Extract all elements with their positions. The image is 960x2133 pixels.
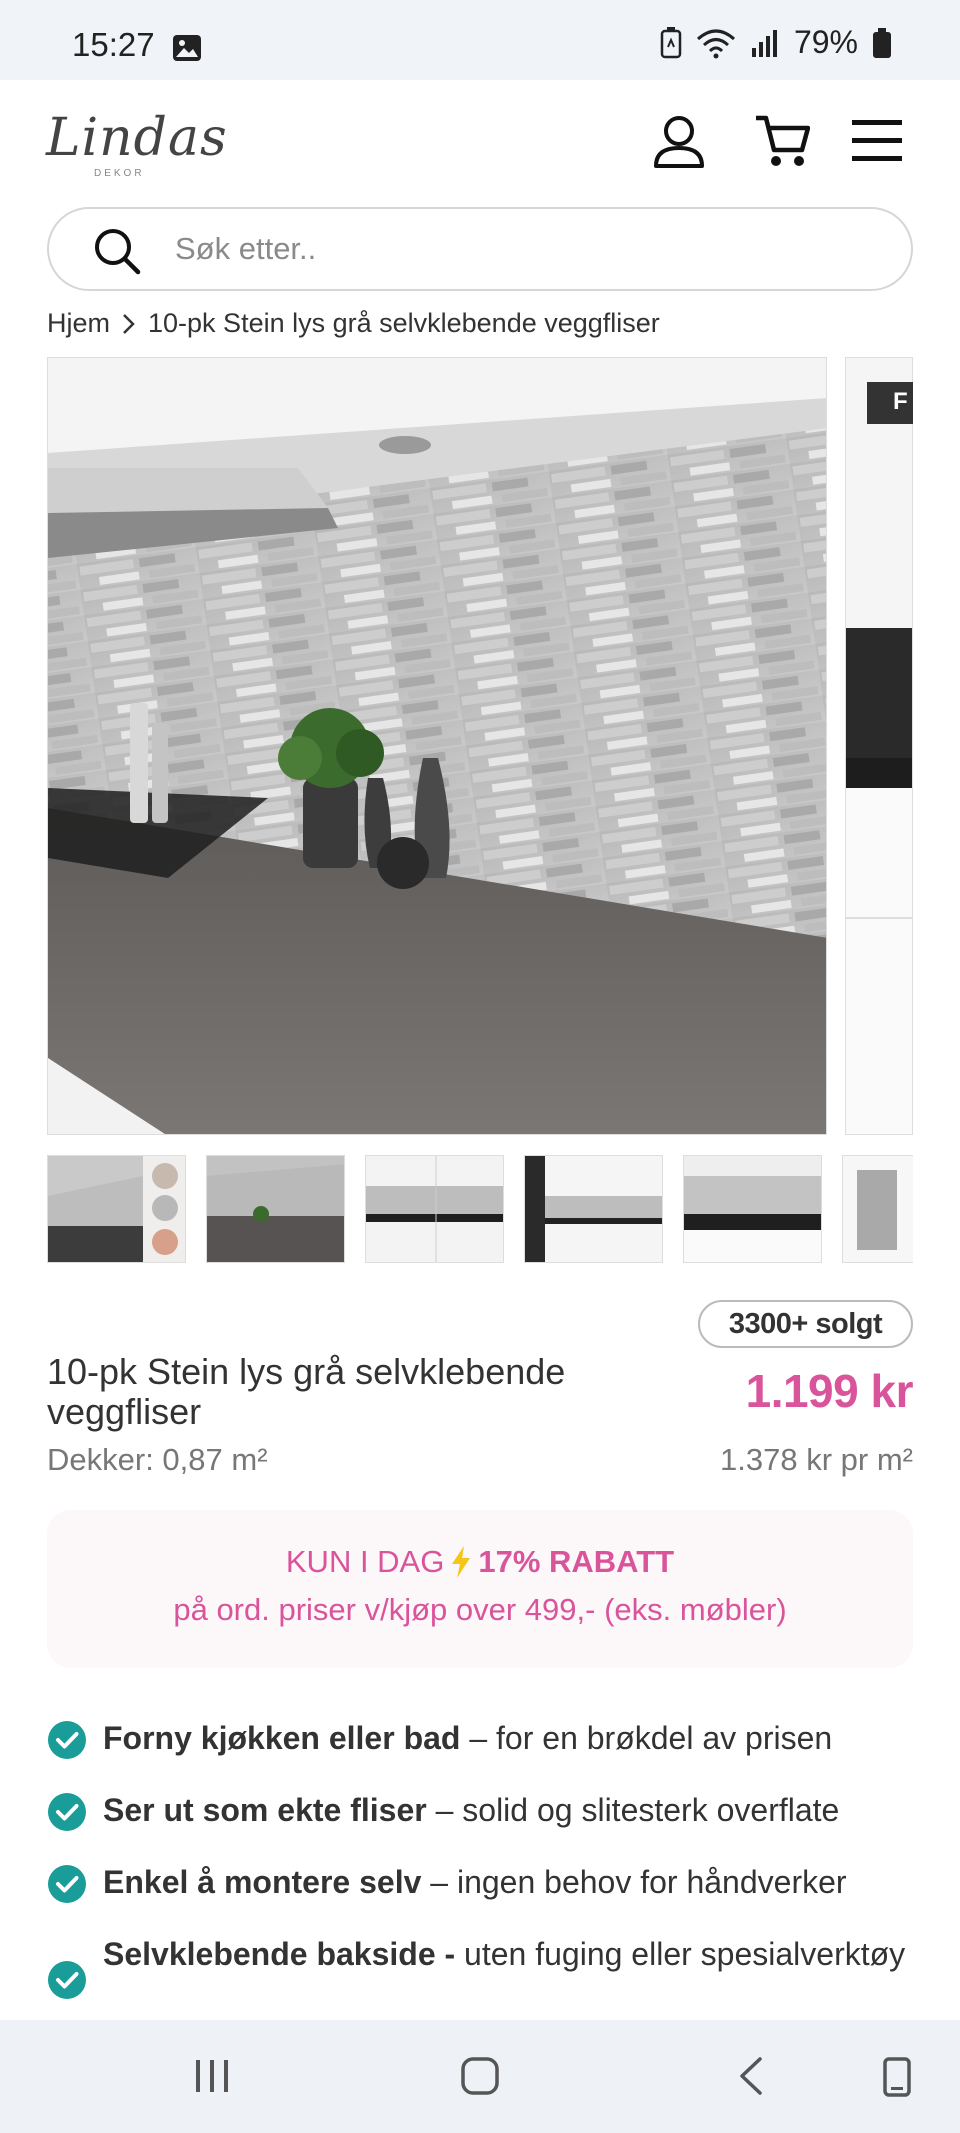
feature-bold: Selvklebende bakside -	[103, 1936, 456, 1972]
breadcrumb-current: 10-pk Stein lys grå selvklebende veggfli…	[148, 308, 660, 338]
thumbnail[interactable]	[524, 1155, 663, 1263]
thumbnail-strip	[47, 1155, 913, 1263]
back-icon[interactable]	[736, 2056, 764, 2096]
thumbnail[interactable]	[206, 1155, 345, 1263]
cart-icon[interactable]	[754, 114, 810, 170]
thumbnail[interactable]	[47, 1155, 186, 1263]
feature-bold: Forny kjøkken eller bad	[103, 1720, 461, 1756]
feature-bold: Ser ut som ekte fliser	[103, 1792, 427, 1828]
promo-line-2: på ord. priser v/kjøp over 499,- (eks. m…	[173, 1592, 787, 1627]
feature-item: Ser ut som ekte fliser – solid og slites…	[47, 1786, 913, 1834]
home-icon[interactable]	[460, 2056, 500, 2096]
feature-item: Enkel å montere selv – ingen behov for h…	[47, 1858, 913, 1906]
check-circle-icon	[48, 1961, 86, 1999]
status-bar: 15:27 79%	[0, 0, 960, 80]
promo-banner: KUN I DAG 17% RABATT på ord. priser v/kj…	[47, 1510, 913, 1668]
feature-text: – ingen behov for håndverker	[421, 1864, 847, 1900]
sale-tag: F	[867, 382, 913, 424]
kitchen-photo-peek	[846, 358, 912, 1134]
promo-line-1: KUN I DAG 17% RABATT	[47, 1544, 913, 1580]
kitchen-photo	[48, 358, 826, 1134]
recent-apps-icon[interactable]	[194, 2056, 230, 2096]
thumbnail[interactable]	[365, 1155, 504, 1263]
product-price: 1.199 kr	[745, 1365, 914, 1417]
battery-saver-icon	[660, 26, 682, 58]
check-circle-icon	[48, 1865, 86, 1903]
thumbnail[interactable]	[683, 1155, 822, 1263]
promo-discount: 17% RABATT	[478, 1544, 675, 1579]
status-right: 79%	[660, 24, 892, 61]
system-nav-bar	[0, 2020, 960, 2133]
feature-text: – solid og slitesterk overflate	[426, 1792, 840, 1828]
promo-prefix: KUN I DAG	[285, 1544, 445, 1579]
unit-price: 1.378 kr pr m²	[720, 1442, 913, 1477]
menu-icon[interactable]	[852, 120, 902, 162]
wifi-icon	[696, 29, 735, 58]
chevron-right-icon	[123, 313, 135, 334]
feature-item: Forny kjøkken eller bad – for en brøkdel…	[47, 1714, 913, 1762]
product-title: 10-pk Stein lys grå selvklebende veggfli…	[47, 1351, 566, 1432]
feature-text: – for en brøkdel av prisen	[460, 1720, 833, 1756]
battery-percent: 79%	[793, 24, 858, 60]
thumbnail[interactable]	[842, 1155, 913, 1263]
check-circle-icon	[48, 1793, 86, 1831]
search-icon[interactable]	[93, 227, 141, 275]
product-coverage: Dekker: 0,87 m²	[47, 1442, 268, 1477]
feature-text: uten fuging eller spesialverktøy	[455, 1936, 906, 1972]
account-icon[interactable]	[652, 114, 706, 170]
screen-rotate-icon[interactable]	[882, 2056, 912, 2098]
logo-text: Lindas	[46, 108, 228, 168]
gallery-notification-icon	[173, 35, 201, 61]
lightning-icon	[452, 1546, 471, 1578]
signal-icon	[751, 29, 777, 57]
feature-bold: Enkel å montere selv	[103, 1864, 422, 1900]
site-header: Lindas DEKOR	[0, 80, 960, 205]
battery-icon	[873, 27, 891, 58]
feature-list: Forny kjøkken eller bad – for en brøkdel…	[47, 1714, 913, 2002]
sold-badge: 3300+ solgt	[698, 1300, 913, 1348]
breadcrumb: Hjem 10-pk Stein lys grå selvklebende ve…	[47, 308, 660, 339]
site-logo[interactable]: Lindas DEKOR	[46, 108, 228, 179]
product-next-image-peek[interactable]	[845, 357, 913, 1135]
check-circle-icon	[48, 1721, 86, 1759]
search-bar	[47, 207, 913, 291]
status-time: 15:27	[72, 26, 155, 63]
product-main-image[interactable]	[47, 357, 827, 1135]
search-input[interactable]	[175, 223, 875, 275]
breadcrumb-home[interactable]: Hjem	[47, 308, 110, 339]
logo-subtext: DEKOR	[94, 168, 145, 179]
feature-item: Selvklebende bakside - uten fuging eller…	[47, 1930, 913, 1999]
